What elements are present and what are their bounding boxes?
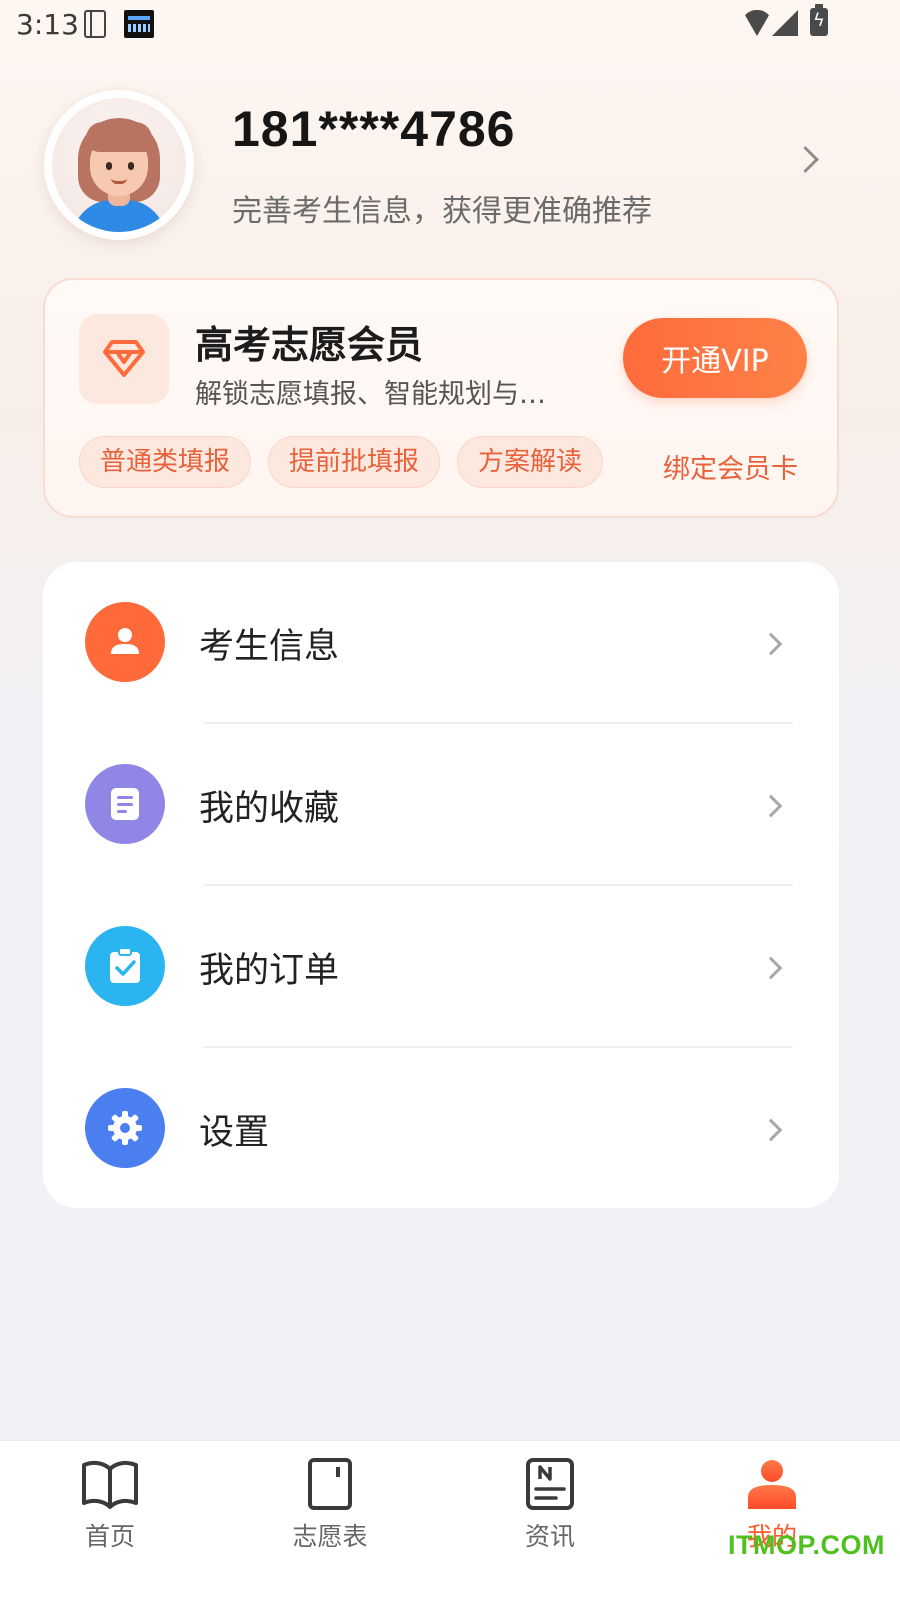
chevron-right-icon bbox=[759, 956, 783, 980]
nav-label: 首页 bbox=[84, 1522, 135, 1551]
vip-subtitle: 解锁志愿填报、智能规划与… bbox=[195, 379, 546, 410]
vip-tag-regular[interactable]: 普通类填报 bbox=[79, 436, 251, 488]
document-icon bbox=[85, 764, 165, 844]
menu-item-label: 我的收藏 bbox=[199, 789, 340, 829]
chevron-right-icon bbox=[759, 1118, 783, 1142]
avatar-illustration bbox=[52, 98, 186, 232]
vip-title: 高考志愿会员 bbox=[195, 323, 424, 367]
book-icon bbox=[82, 1460, 138, 1509]
notebook-icon bbox=[308, 1458, 352, 1510]
chevron-right-icon bbox=[759, 794, 783, 818]
chevron-right-icon[interactable] bbox=[792, 146, 819, 173]
diamond-icon bbox=[79, 314, 169, 404]
status-bar: 3:13 bbox=[0, 0, 900, 48]
wifi-icon bbox=[742, 10, 772, 36]
profile-tip: 完善考生信息，获得更准确推荐 bbox=[232, 194, 652, 229]
vip-card: 高考志愿会员 解锁志愿填报、智能规划与… 开通VIP 普通类填报 提前批填报 方… bbox=[43, 278, 839, 518]
clipboard-check-icon bbox=[85, 926, 165, 1006]
news-icon bbox=[526, 1458, 574, 1510]
profile-header[interactable]: 181****4786 完善考生信息，获得更准确推荐 bbox=[0, 88, 900, 248]
nav-label: 资讯 bbox=[524, 1522, 575, 1551]
menu-item-label: 我的订单 bbox=[199, 951, 340, 991]
menu-item-settings[interactable]: 设置 bbox=[43, 1048, 839, 1210]
status-time: 3:13 bbox=[16, 8, 79, 41]
vip-tag-plan-interpretation[interactable]: 方案解读 bbox=[457, 436, 603, 488]
menu-item-label: 设置 bbox=[199, 1113, 270, 1153]
menu-item-favorites[interactable]: 我的收藏 bbox=[43, 724, 839, 886]
gear-icon bbox=[85, 1088, 165, 1168]
vip-tag-early-batch[interactable]: 提前批填报 bbox=[268, 436, 440, 488]
menu-item-label: 考生信息 bbox=[199, 627, 340, 667]
profile-icon bbox=[748, 1460, 796, 1509]
user-phone: 181****4786 bbox=[232, 101, 516, 157]
menu-item-orders[interactable]: 我的订单 bbox=[43, 886, 839, 1048]
nav-news[interactable]: 资讯 bbox=[450, 1441, 650, 1561]
chevron-right-icon bbox=[759, 632, 783, 656]
avatar[interactable] bbox=[44, 90, 194, 240]
watermark: ITMOP.COM bbox=[728, 1530, 886, 1560]
battery-charging-icon bbox=[810, 4, 828, 36]
sim-card-icon bbox=[84, 10, 106, 38]
app-notification-icon bbox=[124, 10, 154, 38]
nav-volunteer-table[interactable]: 志愿表 bbox=[230, 1441, 430, 1561]
signal-icon bbox=[772, 10, 798, 36]
menu-card: 考生信息 我的收藏 我的订单 设置 bbox=[43, 562, 839, 1208]
bottom-nav: 首页 志愿表 资讯 我的 bbox=[0, 1440, 900, 1601]
nav-home[interactable]: 首页 bbox=[10, 1441, 210, 1561]
menu-item-student-info[interactable]: 考生信息 bbox=[43, 562, 839, 724]
bind-member-card-link[interactable]: 绑定会员卡 bbox=[663, 447, 798, 486]
user-icon bbox=[85, 602, 165, 682]
open-vip-button[interactable]: 开通VIP bbox=[623, 318, 807, 398]
nav-label: 志愿表 bbox=[292, 1522, 368, 1551]
